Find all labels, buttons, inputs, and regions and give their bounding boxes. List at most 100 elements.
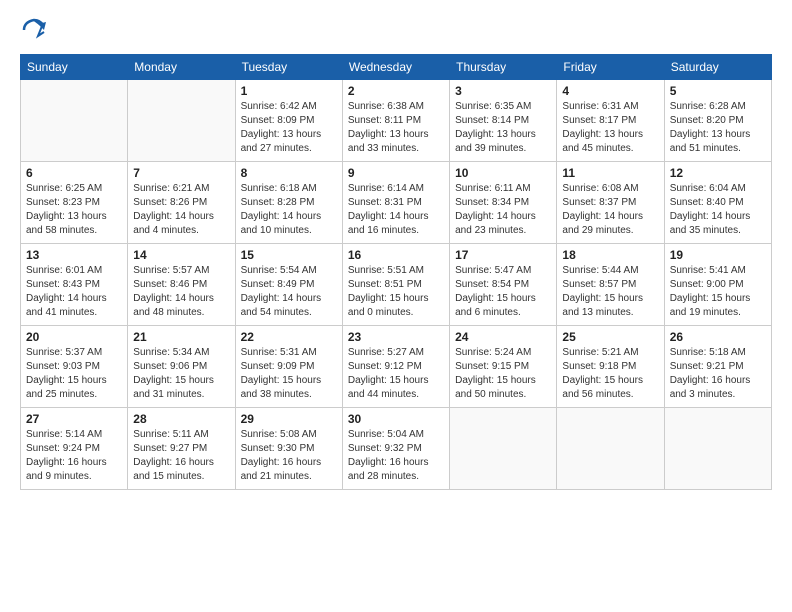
calendar-cell: 12Sunrise: 6:04 AM Sunset: 8:40 PM Dayli… xyxy=(664,162,771,244)
day-number: 5 xyxy=(670,84,766,98)
weekday-header: Monday xyxy=(128,55,235,80)
calendar-cell: 9Sunrise: 6:14 AM Sunset: 8:31 PM Daylig… xyxy=(342,162,449,244)
day-number: 13 xyxy=(26,248,122,262)
day-info: Sunrise: 6:01 AM Sunset: 8:43 PM Dayligh… xyxy=(26,264,122,320)
calendar-cell: 19 Sunrise: 5:41 AM Sunset: 9:00 PM Dayli… xyxy=(664,244,771,326)
logo xyxy=(20,16,52,44)
day-info: Sunrise: 6:21 AM Sunset: 8:26 PM Dayligh… xyxy=(133,182,229,238)
day-info: Sunrise: 6:38 AM Sunset: 8:11 PM Dayligh… xyxy=(348,100,444,156)
day-info: Sunrise: 6:31 AM Sunset: 8:17 PM Dayligh… xyxy=(562,100,658,156)
day-number: 21 xyxy=(133,330,229,344)
day-number: 3 xyxy=(455,84,551,98)
calendar: SundayMondayTuesdayWednesdayThursdayFrid… xyxy=(20,54,772,490)
day-info: Sunrise: 5:51 AM Sunset: 8:51 PM Dayligh… xyxy=(348,264,444,320)
day-info: Sunrise: 5:18 AM Sunset: 9:21 PM Dayligh… xyxy=(670,346,766,402)
day-info: Sunrise: 5:34 AM Sunset: 9:06 PM Dayligh… xyxy=(133,346,229,402)
calendar-cell: 17 Sunrise: 5:47 AM Sunset: 8:54 PM Dayli… xyxy=(450,244,557,326)
calendar-week-row: 13 Sunrise: 6:01 AM Sunset: 8:43 PM Dayli… xyxy=(21,244,772,326)
day-number: 19 xyxy=(670,248,766,262)
day-number: 25 xyxy=(562,330,658,344)
day-info: Sunrise: 5:41 AM Sunset: 9:00 PM Dayligh… xyxy=(670,264,766,320)
day-info: Sunrise: 6:08 AM Sunset: 8:37 PM Dayligh… xyxy=(562,182,658,238)
calendar-cell: 27 Sunrise: 5:14 AM Sunset: 9:24 PM Dayli… xyxy=(21,408,128,490)
calendar-cell: 14 Sunrise: 5:57 AM Sunset: 8:46 PM Dayli… xyxy=(128,244,235,326)
day-number: 23 xyxy=(348,330,444,344)
day-number: 14 xyxy=(133,248,229,262)
header xyxy=(20,16,772,44)
calendar-cell: 3 Sunrise: 6:35 AM Sunset: 8:14 PM Daylig… xyxy=(450,80,557,162)
day-info: Sunrise: 6:25 AM Sunset: 8:23 PM Dayligh… xyxy=(26,182,122,238)
calendar-cell: 20Sunrise: 5:37 AM Sunset: 9:03 PM Dayli… xyxy=(21,326,128,408)
day-info: Sunrise: 5:14 AM Sunset: 9:24 PM Dayligh… xyxy=(26,428,122,484)
calendar-cell: 21 Sunrise: 5:34 AM Sunset: 9:06 PM Dayli… xyxy=(128,326,235,408)
weekday-header-row: SundayMondayTuesdayWednesdayThursdayFrid… xyxy=(21,55,772,80)
calendar-cell xyxy=(128,80,235,162)
calendar-cell: 29 Sunrise: 5:08 AM Sunset: 9:30 PM Dayli… xyxy=(235,408,342,490)
calendar-cell: 28Sunrise: 5:11 AM Sunset: 9:27 PM Dayli… xyxy=(128,408,235,490)
day-info: Sunrise: 6:04 AM Sunset: 8:40 PM Dayligh… xyxy=(670,182,766,238)
day-number: 1 xyxy=(241,84,337,98)
calendar-cell: 26 Sunrise: 5:18 AM Sunset: 9:21 PM Dayli… xyxy=(664,326,771,408)
calendar-week-row: 6 Sunrise: 6:25 AM Sunset: 8:23 PM Daylig… xyxy=(21,162,772,244)
calendar-cell: 8 Sunrise: 6:18 AM Sunset: 8:28 PM Daylig… xyxy=(235,162,342,244)
day-number: 15 xyxy=(241,248,337,262)
calendar-week-row: 1Sunrise: 6:42 AM Sunset: 8:09 PM Daylig… xyxy=(21,80,772,162)
calendar-cell: 4 Sunrise: 6:31 AM Sunset: 8:17 PM Daylig… xyxy=(557,80,664,162)
day-info: Sunrise: 6:35 AM Sunset: 8:14 PM Dayligh… xyxy=(455,100,551,156)
calendar-cell: 5Sunrise: 6:28 AM Sunset: 8:20 PM Daylig… xyxy=(664,80,771,162)
calendar-cell: 10 Sunrise: 6:11 AM Sunset: 8:34 PM Dayli… xyxy=(450,162,557,244)
calendar-cell: 16 Sunrise: 5:51 AM Sunset: 8:51 PM Dayli… xyxy=(342,244,449,326)
day-number: 10 xyxy=(455,166,551,180)
calendar-cell: 30 Sunrise: 5:04 AM Sunset: 9:32 PM Dayli… xyxy=(342,408,449,490)
day-info: Sunrise: 5:08 AM Sunset: 9:30 PM Dayligh… xyxy=(241,428,337,484)
day-number: 7 xyxy=(133,166,229,180)
day-number: 29 xyxy=(241,412,337,426)
calendar-cell: 13 Sunrise: 6:01 AM Sunset: 8:43 PM Dayli… xyxy=(21,244,128,326)
weekday-header: Sunday xyxy=(21,55,128,80)
day-info: Sunrise: 5:04 AM Sunset: 9:32 PM Dayligh… xyxy=(348,428,444,484)
day-info: Sunrise: 6:11 AM Sunset: 8:34 PM Dayligh… xyxy=(455,182,551,238)
calendar-cell: 15 Sunrise: 5:54 AM Sunset: 8:49 PM Dayli… xyxy=(235,244,342,326)
day-info: Sunrise: 6:18 AM Sunset: 8:28 PM Dayligh… xyxy=(241,182,337,238)
day-number: 2 xyxy=(348,84,444,98)
calendar-cell xyxy=(557,408,664,490)
day-number: 6 xyxy=(26,166,122,180)
day-info: Sunrise: 5:54 AM Sunset: 8:49 PM Dayligh… xyxy=(241,264,337,320)
day-info: Sunrise: 5:27 AM Sunset: 9:12 PM Dayligh… xyxy=(348,346,444,402)
day-info: Sunrise: 5:44 AM Sunset: 8:57 PM Dayligh… xyxy=(562,264,658,320)
day-number: 4 xyxy=(562,84,658,98)
day-info: Sunrise: 5:47 AM Sunset: 8:54 PM Dayligh… xyxy=(455,264,551,320)
day-info: Sunrise: 5:21 AM Sunset: 9:18 PM Dayligh… xyxy=(562,346,658,402)
calendar-cell: 24 Sunrise: 5:24 AM Sunset: 9:15 PM Dayli… xyxy=(450,326,557,408)
calendar-cell: 18 Sunrise: 5:44 AM Sunset: 8:57 PM Dayli… xyxy=(557,244,664,326)
calendar-cell xyxy=(450,408,557,490)
calendar-cell: 2 Sunrise: 6:38 AM Sunset: 8:11 PM Daylig… xyxy=(342,80,449,162)
day-number: 8 xyxy=(241,166,337,180)
day-info: Sunrise: 5:24 AM Sunset: 9:15 PM Dayligh… xyxy=(455,346,551,402)
weekday-header: Friday xyxy=(557,55,664,80)
calendar-cell: 7 Sunrise: 6:21 AM Sunset: 8:26 PM Daylig… xyxy=(128,162,235,244)
day-info: Sunrise: 5:31 AM Sunset: 9:09 PM Dayligh… xyxy=(241,346,337,402)
page: SundayMondayTuesdayWednesdayThursdayFrid… xyxy=(0,0,792,612)
day-info: Sunrise: 5:11 AM Sunset: 9:27 PM Dayligh… xyxy=(133,428,229,484)
calendar-week-row: 27 Sunrise: 5:14 AM Sunset: 9:24 PM Dayli… xyxy=(21,408,772,490)
calendar-week-row: 20Sunrise: 5:37 AM Sunset: 9:03 PM Dayli… xyxy=(21,326,772,408)
day-number: 16 xyxy=(348,248,444,262)
calendar-cell xyxy=(21,80,128,162)
day-number: 22 xyxy=(241,330,337,344)
day-number: 11 xyxy=(562,166,658,180)
day-number: 18 xyxy=(562,248,658,262)
day-number: 17 xyxy=(455,248,551,262)
day-number: 26 xyxy=(670,330,766,344)
day-number: 30 xyxy=(348,412,444,426)
day-info: Sunrise: 5:57 AM Sunset: 8:46 PM Dayligh… xyxy=(133,264,229,320)
logo-icon xyxy=(20,16,48,44)
calendar-cell: 11 Sunrise: 6:08 AM Sunset: 8:37 PM Dayli… xyxy=(557,162,664,244)
day-number: 24 xyxy=(455,330,551,344)
calendar-cell: 1Sunrise: 6:42 AM Sunset: 8:09 PM Daylig… xyxy=(235,80,342,162)
day-number: 20 xyxy=(26,330,122,344)
day-number: 27 xyxy=(26,412,122,426)
weekday-header: Tuesday xyxy=(235,55,342,80)
weekday-header: Wednesday xyxy=(342,55,449,80)
calendar-cell: 25 Sunrise: 5:21 AM Sunset: 9:18 PM Dayli… xyxy=(557,326,664,408)
